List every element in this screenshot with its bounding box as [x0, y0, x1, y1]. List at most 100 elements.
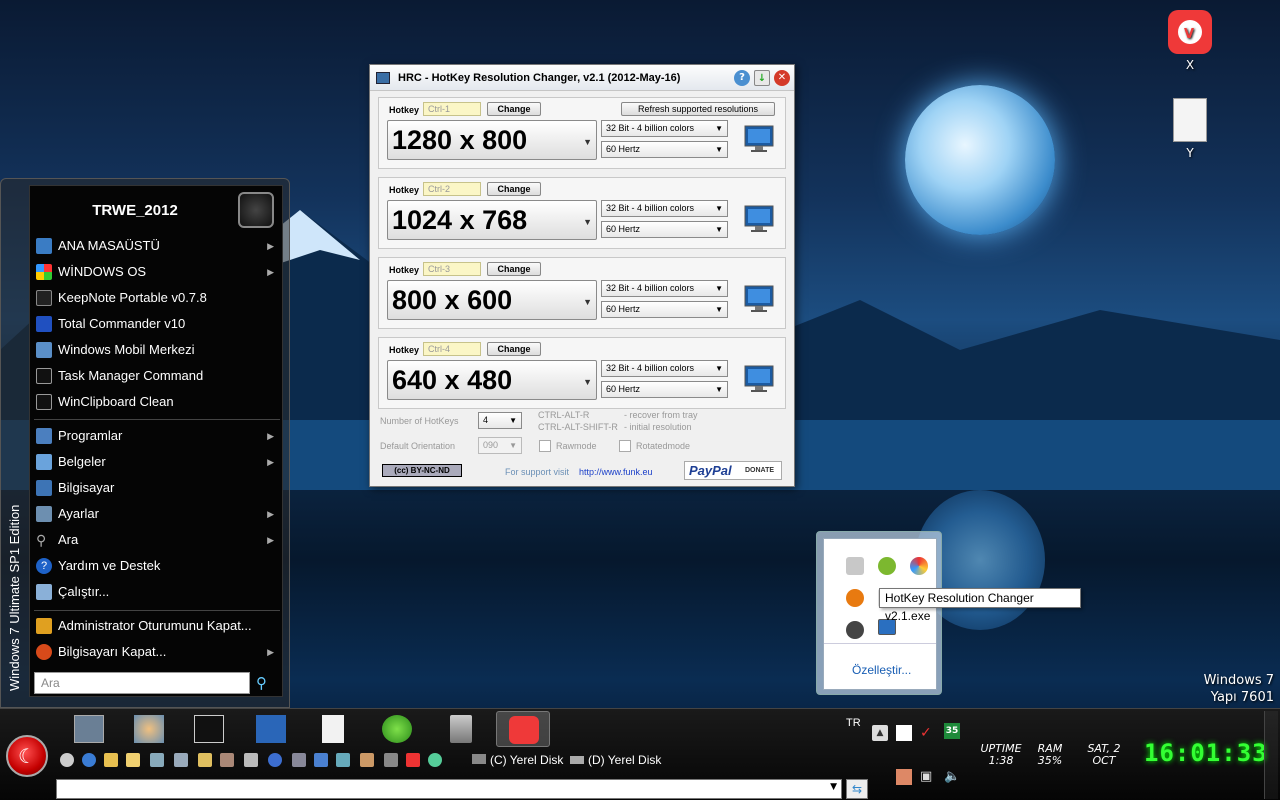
taskbar-vivaldi[interactable] — [496, 711, 550, 747]
search-icon[interactable]: ⚲ — [256, 674, 267, 692]
color-depth-select[interactable]: 32 Bit - 4 billion colors ▼ — [601, 120, 728, 137]
start-search-input[interactable]: Ara — [34, 672, 250, 694]
change-button[interactable]: Change — [487, 182, 541, 196]
hotkey-field[interactable]: Ctrl-4 — [423, 342, 481, 356]
volume-icon[interactable]: 🔈 — [944, 769, 960, 785]
menu-item-keepnote[interactable]: KeepNote Portable v0.7.8 — [34, 286, 280, 310]
resolution-select[interactable]: 800 x 600 ▼ — [387, 280, 597, 320]
rotatedmode-checkbox[interactable] — [619, 440, 631, 452]
refresh-rate-select[interactable]: 60 Hertz ▼ — [601, 141, 728, 158]
record-icon[interactable] — [846, 621, 864, 639]
refresh-rate-select[interactable]: 60 Hertz ▼ — [601, 381, 728, 398]
globe-icon[interactable] — [428, 753, 442, 767]
refresh-resolutions-button[interactable]: Refresh supported resolutions — [621, 102, 775, 116]
rawmode-checkbox[interactable] — [539, 440, 551, 452]
app-icon[interactable] — [314, 753, 328, 767]
orientation-select[interactable]: 090 ▼ — [478, 437, 522, 454]
tools-icon[interactable] — [174, 753, 188, 767]
close-icon[interactable]: ✕ — [774, 70, 790, 86]
taskbar-document[interactable] — [306, 711, 360, 747]
calendar-badge[interactable]: 35 — [944, 723, 960, 739]
resolution-select[interactable]: 640 x 480 ▼ — [387, 360, 597, 400]
menu-item-computer[interactable]: Bilgisayar — [34, 476, 280, 500]
taskbar-cmd[interactable] — [182, 711, 236, 747]
apply-monitor-icon[interactable] — [743, 284, 775, 314]
pencil-icon[interactable] — [846, 557, 864, 575]
pen-icon[interactable] — [360, 753, 374, 767]
hotkey-field[interactable]: Ctrl-1 — [423, 102, 481, 116]
hrc-window[interactable]: HRC - HotKey Resolution Changer, v2.1 (2… — [369, 64, 795, 487]
chess-icon[interactable] — [220, 753, 234, 767]
help-icon[interactable]: ? — [734, 70, 750, 86]
apply-monitor-icon[interactable] — [743, 204, 775, 234]
refresh-rate-select[interactable]: 60 Hertz ▼ — [601, 301, 728, 318]
menu-item-shutdown[interactable]: Bilgisayarı Kapat... ▶ — [34, 640, 280, 664]
network-icon[interactable]: ▣ — [920, 769, 936, 785]
menu-item-programs[interactable]: Programlar ▶ — [34, 424, 280, 448]
menu-item-winclipboard[interactable]: WinClipboard Clean — [34, 390, 280, 414]
menu-item-logoff[interactable]: Administrator Oturumunu Kapat... — [34, 614, 280, 638]
show-hidden-icons-button[interactable]: ▲ — [872, 725, 888, 741]
hotkey-field[interactable]: Ctrl-3 — [423, 262, 481, 276]
color-depth-select[interactable]: 32 Bit - 4 billion colors ▼ — [601, 200, 728, 217]
scissors-icon[interactable] — [244, 753, 258, 767]
mail-icon[interactable] — [336, 753, 350, 767]
taskbar-computer[interactable] — [62, 711, 116, 747]
show-desktop-button[interactable] — [1264, 711, 1278, 799]
taskbar-download[interactable] — [370, 711, 424, 747]
support-link[interactable]: http://www.funk.eu — [579, 467, 653, 477]
folder-icon[interactable] — [104, 753, 118, 767]
wifi-manager-icon[interactable] — [878, 557, 896, 575]
apply-monitor-icon[interactable] — [743, 364, 775, 394]
help-icon[interactable] — [82, 753, 96, 767]
network-icon[interactable] — [150, 753, 164, 767]
desktop-icon-x[interactable]: V X — [1160, 10, 1220, 72]
taskbar-users[interactable] — [122, 711, 176, 747]
color-depth-select[interactable]: 32 Bit - 4 billion colors ▼ — [601, 280, 728, 297]
paypal-donate-button[interactable]: PayPal DONATE — [684, 461, 782, 480]
menu-item-total-commander[interactable]: Total Commander v10 — [34, 312, 280, 336]
num-hotkeys-select[interactable]: 4 ▼ — [478, 412, 522, 429]
resolution-select[interactable]: 1024 x 768 ▼ — [387, 200, 597, 240]
customize-link[interactable]: Özelleştir... — [852, 663, 911, 677]
menu-item-mobility-center[interactable]: Windows Mobil Merkezi — [34, 338, 280, 362]
go-refresh-button[interactable]: ⇆ — [846, 779, 868, 799]
clock[interactable]: 16:01:33 — [1144, 739, 1268, 767]
hrc-titlebar[interactable]: HRC - HotKey Resolution Changer, v2.1 (2… — [370, 65, 794, 91]
drive-c[interactable]: (C) Yerel Disk — [472, 753, 563, 767]
hotkey-field[interactable]: Ctrl-2 — [423, 182, 481, 196]
shop-icon[interactable] — [896, 769, 912, 785]
cc-license-badge[interactable]: (cc) BY-NC-ND — [382, 464, 462, 477]
cd-icon[interactable] — [60, 753, 74, 767]
menu-item-help[interactable]: ? Yardım ve Destek — [34, 554, 280, 578]
drive-d[interactable]: (D) Yerel Disk — [570, 753, 661, 767]
chart-icon[interactable]: ✓ — [920, 725, 936, 741]
start-button[interactable]: ☾ — [6, 735, 48, 777]
taskbar-powershell[interactable] — [244, 711, 298, 747]
color-wheel-icon[interactable] — [910, 557, 928, 575]
color-depth-select[interactable]: 32 Bit - 4 billion colors ▼ — [601, 360, 728, 377]
taskbar-recycle-bin[interactable] — [434, 711, 488, 747]
language-indicator[interactable]: TR — [846, 717, 861, 729]
turkish-flag-icon[interactable] — [406, 753, 420, 767]
change-button[interactable]: Change — [487, 262, 541, 276]
desktop-icon-y[interactable]: Y — [1160, 98, 1220, 160]
menu-item-search[interactable]: ⚲ Ara ▶ — [34, 528, 280, 552]
camera-icon[interactable] — [384, 753, 398, 767]
settings-icon[interactable] — [292, 753, 306, 767]
refresh-rate-select[interactable]: 60 Hertz ▼ — [601, 221, 728, 238]
menu-item-run[interactable]: Çalıştır... — [34, 580, 280, 604]
address-bar-input[interactable]: ▼ — [56, 779, 842, 799]
folder-icon[interactable] — [198, 753, 212, 767]
menu-item-documents[interactable]: Belgeler ▶ — [34, 450, 280, 474]
apply-monitor-icon[interactable] — [743, 124, 775, 154]
folder-icon[interactable] — [126, 753, 140, 767]
change-button[interactable]: Change — [487, 102, 541, 116]
menu-item-task-manager[interactable]: Task Manager Command — [34, 364, 280, 388]
user-avatar[interactable] — [238, 192, 274, 228]
menu-item-settings[interactable]: Ayarlar ▶ — [34, 502, 280, 526]
search-tool-icon[interactable] — [846, 589, 864, 607]
resolution-select[interactable]: 1280 x 800 ▼ — [387, 120, 597, 160]
minimize-to-tray-icon[interactable]: ↓ — [754, 70, 770, 86]
shield-icon[interactable] — [268, 753, 282, 767]
